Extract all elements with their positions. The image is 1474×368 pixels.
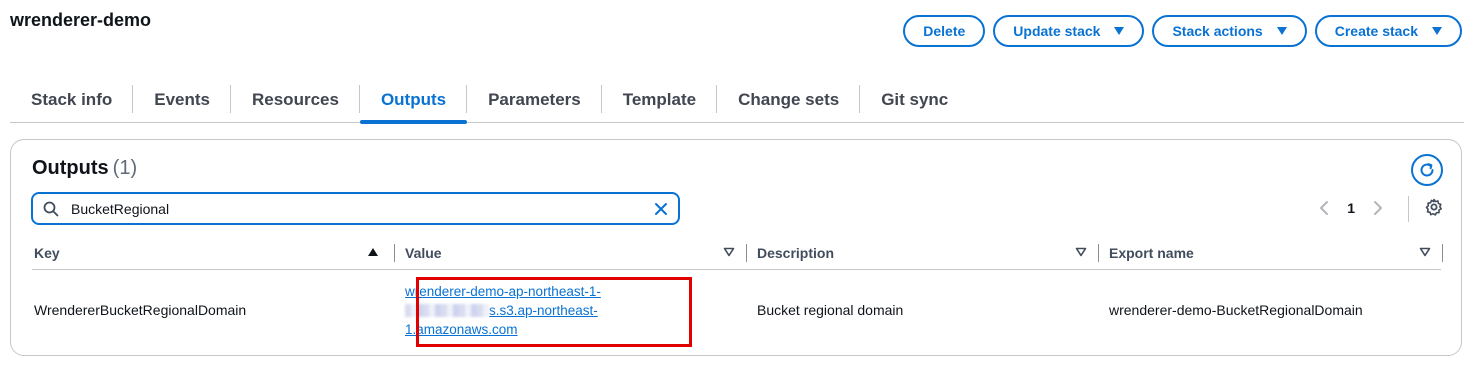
create-stack-label: Create stack (1334, 23, 1418, 39)
sort-icon (723, 247, 735, 257)
tab-label: Events (154, 90, 210, 109)
refresh-button[interactable] (1411, 154, 1443, 186)
delete-button[interactable]: Delete (903, 15, 986, 47)
stack-title: wrenderer-demo (10, 10, 152, 30)
tab-label: Template (622, 90, 697, 109)
outputs-count: (1) (112, 157, 138, 179)
close-icon (655, 202, 667, 215)
chevron-right-icon[interactable] (1373, 200, 1383, 216)
tab-outputs[interactable]: Outputs (359, 78, 468, 124)
redacted-segment (405, 304, 489, 318)
column-divider (1442, 244, 1443, 262)
outputs-title-text: Outputs (32, 157, 109, 179)
cell-value: wrenderer-demo-ap-northeast-1- s.s3.ap-n… (405, 271, 745, 349)
tab-label: Parameters (488, 90, 581, 109)
cell-key: WrendererBucketRegionalDomain (34, 302, 247, 318)
caret-down-icon (1432, 27, 1442, 35)
column-label: Key (34, 244, 60, 261)
pager-divider (1408, 196, 1409, 222)
gear-icon (1425, 198, 1442, 216)
stack-actions-label: Stack actions (1172, 23, 1263, 39)
sort-ascending-icon (368, 248, 378, 256)
tab-stack-info[interactable]: Stack info (10, 78, 134, 122)
column-label: Value (405, 244, 442, 261)
tab-template[interactable]: Template (602, 78, 718, 122)
search-input[interactable] (71, 200, 654, 217)
page-number[interactable]: 1 (1347, 200, 1355, 216)
preferences-button[interactable] (1425, 198, 1443, 221)
tab-label: Stack info (31, 90, 113, 109)
column-header-description[interactable]: Description (747, 236, 1099, 269)
value-line-2: s.s3.ap-northeast- (489, 302, 598, 318)
stack-tabs: Stack info Events Resources Outputs Para… (10, 78, 1464, 124)
table-header: Key Value Description Export name (32, 236, 1443, 270)
cell-description: Bucket regional domain (757, 302, 904, 318)
pagination: 1 (1319, 200, 1383, 216)
tab-parameters[interactable]: Parameters (467, 78, 602, 122)
tab-resources[interactable]: Resources (231, 78, 360, 122)
tab-change-sets[interactable]: Change sets (717, 78, 861, 122)
tab-git-sync[interactable]: Git sync (860, 78, 969, 122)
value-line-1: wrenderer-demo-ap-northeast-1- (405, 283, 601, 299)
cell-export-name: wrenderer-demo-BucketRegionalDomain (1109, 302, 1363, 318)
tab-label: Change sets (738, 90, 840, 109)
tab-label: Outputs (380, 90, 447, 109)
sort-icon (1419, 247, 1431, 257)
tab-label: Git sync (881, 90, 949, 109)
search-icon (43, 201, 59, 216)
update-stack-label: Update stack (1013, 23, 1101, 39)
tab-label: Resources (252, 90, 339, 109)
caret-down-icon (1114, 27, 1125, 35)
sort-icon (1075, 247, 1087, 257)
refresh-icon (1420, 163, 1434, 177)
table-row: WrendererBucketRegionalDomain wrenderer-… (32, 271, 1441, 349)
column-header-value[interactable]: Value (395, 236, 747, 269)
stack-actions-bar: Delete Update stack Stack actions Create… (903, 15, 1462, 47)
value-line-3: 1.amazonaws.com (405, 321, 518, 337)
caret-down-icon (1276, 27, 1287, 35)
clear-search-button[interactable] (654, 202, 668, 216)
outputs-title: Outputs (1) (32, 157, 137, 180)
column-header-key[interactable]: Key (32, 236, 395, 269)
chevron-left-icon[interactable] (1319, 200, 1329, 216)
update-stack-button[interactable]: Update stack (993, 15, 1145, 47)
outputs-search (31, 192, 680, 225)
column-header-export-name[interactable]: Export name (1099, 236, 1443, 269)
create-stack-button[interactable]: Create stack (1314, 15, 1462, 47)
column-label: Export name (1109, 244, 1194, 261)
stack-actions-button[interactable]: Stack actions (1152, 15, 1307, 47)
column-label: Description (757, 244, 835, 261)
delete-label: Delete (923, 23, 966, 39)
tab-events[interactable]: Events (133, 78, 231, 122)
outputs-panel: Outputs(1) 1 Key (10, 139, 1462, 356)
bucket-domain-link[interactable]: wrenderer-demo-ap-northeast-1- s.s3.ap-n… (405, 282, 601, 339)
